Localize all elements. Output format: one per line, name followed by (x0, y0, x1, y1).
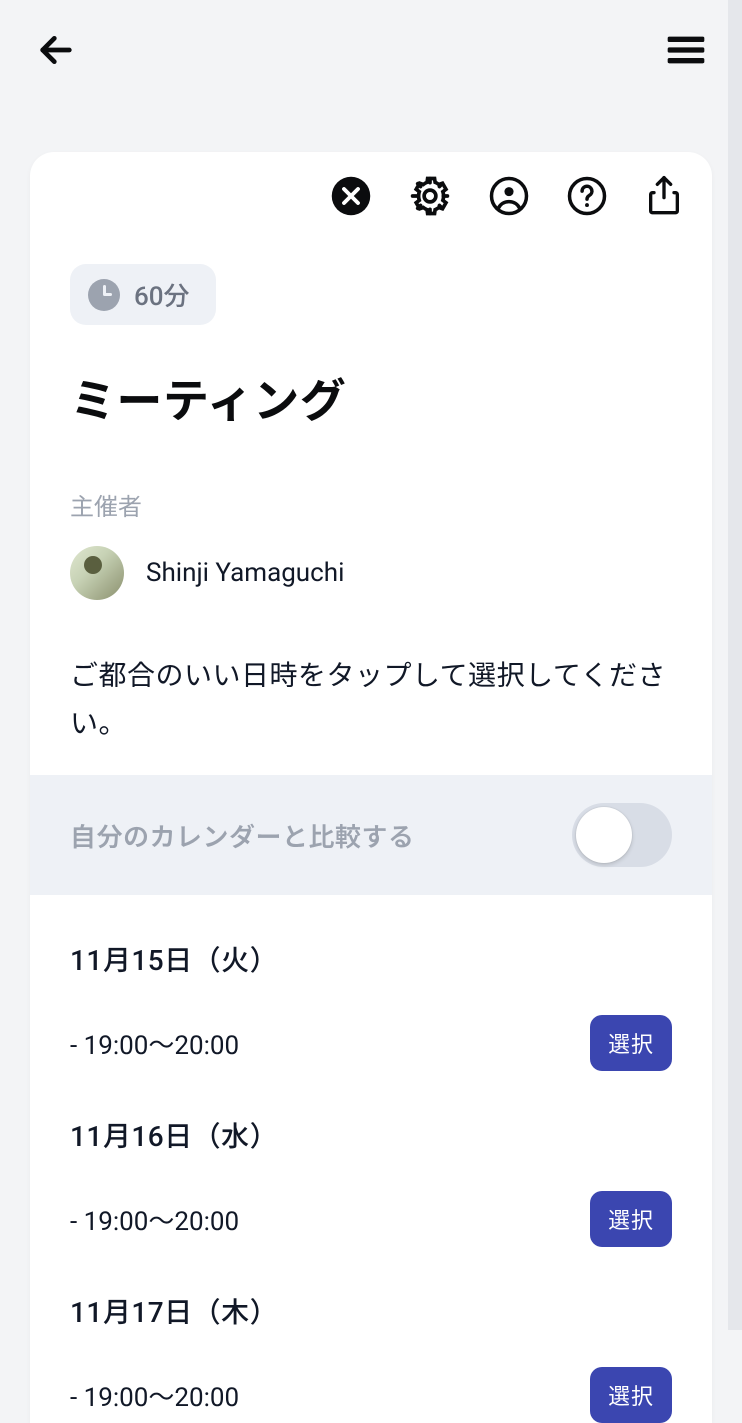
slots-list: 11月15日（火） - 19:00〜20:00 選択 11月16日（水） - 1… (30, 939, 712, 1423)
meeting-card: 60分 ミーティング 主催者 Shinji Yamaguchi ご都合のいい日時… (30, 152, 712, 1423)
slot-group: 11月15日（火） - 19:00〜20:00 選択 (70, 939, 672, 1071)
help-circle-icon (566, 175, 608, 217)
compare-toggle[interactable] (572, 803, 672, 867)
slot-group: 11月17日（木） - 19:00〜20:00 選択 (70, 1291, 672, 1423)
host-row: Shinji Yamaguchi (70, 546, 672, 600)
toggle-knob (576, 807, 632, 863)
meeting-title: ミーティング (70, 365, 672, 431)
card-toolbar (30, 152, 712, 228)
card-body: 60分 ミーティング 主催者 Shinji Yamaguchi ご都合のいい日時… (30, 228, 712, 775)
duration-pill: 60分 (70, 264, 216, 325)
compare-row: 自分のカレンダーと比較する (30, 775, 712, 895)
slot-row: - 19:00〜20:00 選択 (70, 1191, 672, 1247)
back-button[interactable] (36, 30, 76, 70)
slot-time: - 19:00〜20:00 (70, 1025, 239, 1062)
share-button[interactable] (644, 174, 684, 218)
close-button[interactable] (330, 175, 372, 217)
slot-date: 11月17日（木） (70, 1291, 672, 1331)
slot-group: 11月16日（水） - 19:00〜20:00 選択 (70, 1115, 672, 1247)
select-button[interactable]: 選択 (590, 1015, 672, 1071)
clock-icon (88, 279, 120, 311)
host-name: Shinji Yamaguchi (146, 558, 344, 588)
scrollbar-track[interactable] (728, 0, 742, 1330)
compare-label: 自分のカレンダーと比較する (70, 817, 415, 854)
share-icon (644, 174, 684, 218)
close-icon (330, 175, 372, 217)
duration-label: 60分 (134, 276, 190, 313)
slot-time: - 19:00〜20:00 (70, 1201, 239, 1238)
settings-button[interactable] (408, 174, 452, 218)
arrow-left-icon (36, 30, 76, 70)
slot-date: 11月16日（水） (70, 1115, 672, 1155)
avatar (70, 546, 124, 600)
select-button[interactable]: 選択 (590, 1191, 672, 1247)
slot-date: 11月15日（火） (70, 939, 672, 979)
account-circle-icon (488, 175, 530, 217)
instruction-text: ご都合のいい日時をタップして選択してください。 (70, 652, 672, 747)
help-button[interactable] (566, 175, 608, 217)
slot-time: - 19:00〜20:00 (70, 1377, 239, 1414)
slot-row: - 19:00〜20:00 選択 (70, 1367, 672, 1423)
host-label: 主催者 (70, 487, 672, 522)
slot-row: - 19:00〜20:00 選択 (70, 1015, 672, 1071)
menu-button[interactable] (666, 33, 706, 67)
top-bar (0, 0, 742, 100)
gear-icon (408, 174, 452, 218)
hamburger-icon (666, 33, 706, 67)
account-button[interactable] (488, 175, 530, 217)
select-button[interactable]: 選択 (590, 1367, 672, 1423)
